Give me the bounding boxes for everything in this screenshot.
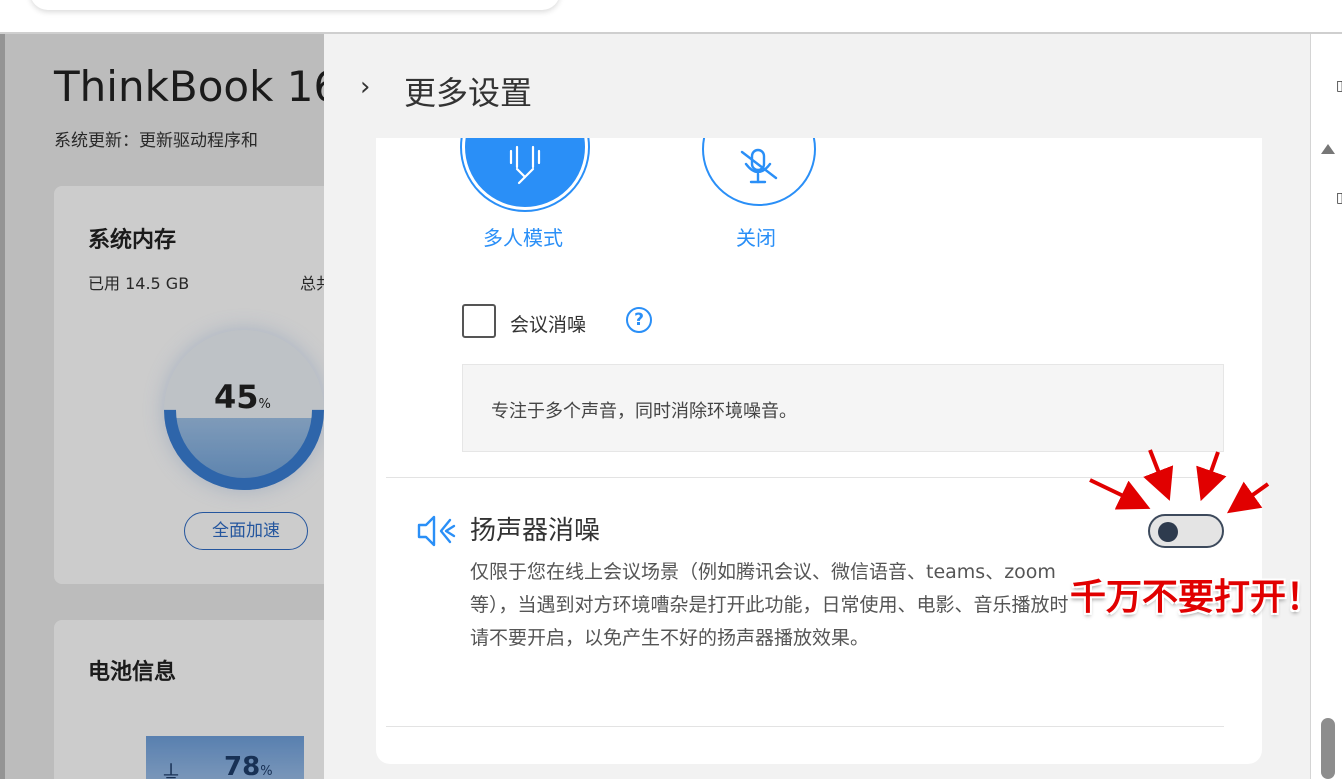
arrow-4 bbox=[1226, 481, 1270, 514]
speaker-noise-icon bbox=[416, 514, 458, 552]
chevron-right-icon[interactable]: › bbox=[360, 72, 370, 102]
drawer-title: 更多设置 bbox=[404, 74, 533, 112]
warning-annotation: 千万不要打开！ bbox=[1070, 576, 1323, 618]
arrow-2 bbox=[1143, 449, 1174, 501]
mode-multi-person-button[interactable] bbox=[462, 138, 588, 210]
drawer-header: › 更多设置 bbox=[324, 34, 1310, 138]
scroll-up-arrow-icon[interactable] bbox=[1321, 144, 1335, 154]
scrollbar-thumb[interactable] bbox=[1321, 718, 1335, 779]
multi-person-mic-icon bbox=[465, 145, 585, 189]
warning-arrows bbox=[1089, 449, 1270, 514]
arrow-3 bbox=[1196, 451, 1227, 502]
meeting-noise-label[interactable]: 会议消噪 bbox=[510, 310, 586, 337]
arrow-1 bbox=[1089, 478, 1151, 510]
mode-multi-person-label[interactable]: 多人模式 bbox=[483, 222, 563, 251]
top-search-pill[interactable] bbox=[30, 0, 560, 10]
speaker-noise-title: 扬声器消噪 bbox=[470, 516, 601, 546]
mode-off-label[interactable]: 关闭 bbox=[736, 222, 776, 251]
meeting-noise-description-box: 专注于多个声音，同时消除环境噪音。 bbox=[462, 364, 1224, 452]
meeting-noise-checkbox[interactable] bbox=[462, 304, 496, 338]
toggle-knob bbox=[1158, 522, 1178, 542]
section-divider-bottom bbox=[386, 726, 1224, 727]
meeting-noise-description: 专注于多个声音，同时消除环境噪音。 bbox=[491, 401, 797, 422]
speaker-noise-description: 仅限于您在线上会议场景（例如腾讯会议、微信语音、teams、zoom等），当遇到… bbox=[470, 561, 1069, 649]
mic-off-icon bbox=[704, 148, 814, 190]
edge-fragment: ▯ bbox=[1336, 78, 1342, 94]
mode-off-button[interactable] bbox=[702, 138, 816, 206]
top-strip bbox=[0, 0, 1342, 34]
edge-fragment: ▯ bbox=[1336, 190, 1342, 206]
more-settings-drawer: › 更多设置 多人模式 关闭 会议消噪 ? 专注于多个声音，同时消除环境噪音。 … bbox=[324, 34, 1310, 779]
help-icon[interactable]: ? bbox=[626, 307, 652, 333]
